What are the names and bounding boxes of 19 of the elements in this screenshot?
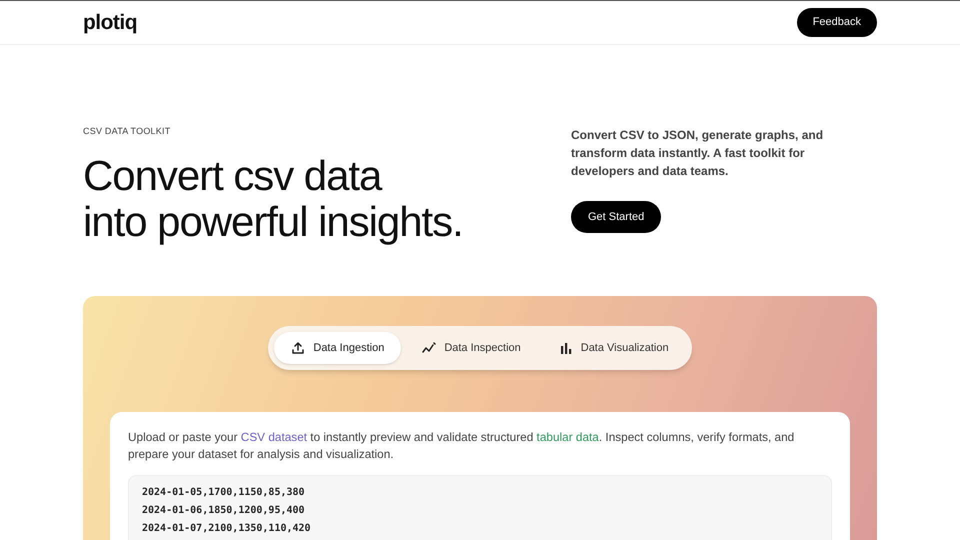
eyebrow-label: CSV DATA TOOLKIT xyxy=(83,125,172,138)
tab[interactable]: Data Ingestion xyxy=(274,332,402,364)
panel-description: Upload or paste your CSV dataset to instantly preview and validate structured tabular data. Inspect columns, verify formats, and prepare your dataset for analysis and visualization. xyxy=(128,429,796,463)
trend-line-icon xyxy=(422,341,436,355)
csv-line: 2024-01-07,2100,1350,110,420 xyxy=(142,522,312,536)
hero-description: Convert CSV to JSON, generate graphs, and transform data instantly. A fast toolkit for developers and data teams. xyxy=(571,127,824,180)
csv-line: 2024-01-06,1850,1200,95,400 xyxy=(142,504,306,518)
feedback-button[interactable]: Feedback xyxy=(796,8,877,37)
csv-line: 2024-01-05,1700,1150,85,380 xyxy=(142,486,306,500)
get-started-button[interactable]: Get Started xyxy=(571,201,662,233)
headline-line: Convert csv data xyxy=(83,152,384,198)
logo[interactable]: plotiq xyxy=(83,6,137,38)
tab[interactable]: Data Visualization xyxy=(542,332,686,364)
inline-link[interactable]: CSV dataset xyxy=(240,430,308,444)
upload-icon xyxy=(291,341,306,355)
tab[interactable]: Data Inspection xyxy=(405,332,538,364)
bar-chart-icon xyxy=(558,341,573,355)
headline-line: into powerful insights. xyxy=(83,198,464,244)
inline-link[interactable]: tabular data xyxy=(536,430,599,444)
